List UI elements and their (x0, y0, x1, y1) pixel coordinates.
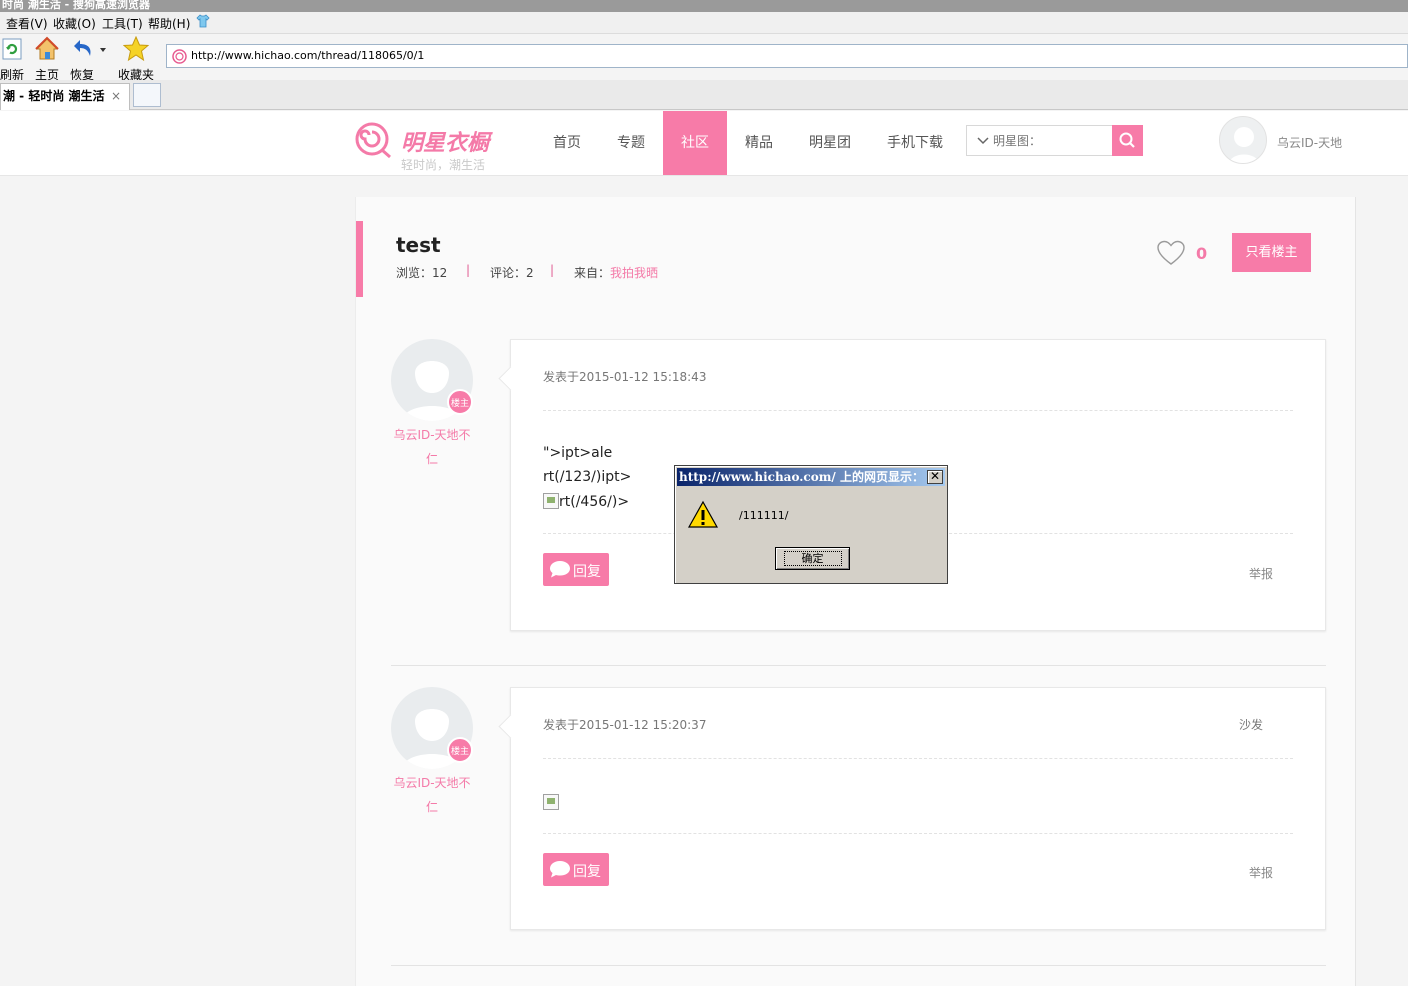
source-stat: 来自：我拍我晒 (574, 264, 658, 281)
warning-icon (687, 500, 719, 528)
op-badge: 楼主 (447, 737, 473, 763)
divider (543, 410, 1293, 411)
menu-bar: 查看(V) 收藏(O) 工具(T) 帮助(H) (0, 12, 1408, 34)
broken-image-icon (543, 493, 559, 509)
logo-name: 明星衣橱 (401, 130, 490, 156)
comments-stat: 评论：2 (490, 264, 534, 281)
nav-community[interactable]: 社区 (663, 111, 727, 175)
menu-help[interactable]: 帮助(H) (148, 15, 190, 32)
tab-bar: 潮 - 轻时尚 潮生活 × (0, 80, 1408, 110)
nav-star-group[interactable]: 明星团 (796, 111, 864, 175)
alert-dialog: http://www.hichao.com/ 上的网页显示： ✕ /111111… (674, 465, 948, 584)
source-link[interactable]: 我拍我晒 (610, 266, 658, 280)
broken-image-icon (543, 794, 559, 810)
post-body-text: rt(/456/)> (559, 494, 630, 510)
post-time: 发表于2015-01-12 15:18:43 (543, 370, 707, 384)
post-body-line (543, 794, 559, 811)
divider (543, 833, 1293, 834)
favorites-button[interactable]: 收藏夹 (117, 36, 155, 83)
dialog-message: /111111/ (739, 509, 789, 522)
heart-icon[interactable] (1156, 239, 1186, 267)
speech-bubble-icon (550, 561, 570, 578)
reply-button[interactable]: 回复 (543, 553, 609, 586)
divider (543, 758, 1293, 759)
site-header: 明星衣橱 轻时尚，潮生活 首页 专题 社区 精品 明星团 手机下载 乌云ID-天… (0, 111, 1408, 176)
op-badge: 楼主 (447, 389, 473, 415)
comments-label: 评论： (490, 266, 527, 280)
author-name-line: 乌云ID-天地不 (393, 776, 471, 790)
chevron-down-icon[interactable] (977, 136, 989, 146)
author-name-line: 乌云ID-天地不 (393, 428, 471, 442)
logo-slogan: 轻时尚，潮生活 (401, 158, 486, 172)
post-body-line: rt(/456/)> (543, 493, 629, 510)
user-name[interactable]: 乌云ID-天地 (1277, 134, 1342, 151)
report-link[interactable]: 举报 (1249, 864, 1273, 881)
floor-label: 沙发 (1239, 718, 1264, 732)
restore-button[interactable]: 恢复 (68, 36, 108, 83)
menu-view[interactable]: 查看(V) (6, 15, 48, 32)
tab-close-icon[interactable]: × (111, 84, 121, 109)
views-count: 12 (432, 266, 448, 280)
site-logo[interactable]: 明星衣橱 轻时尚，潮生活 (354, 119, 514, 172)
user-avatar[interactable] (1219, 116, 1267, 164)
post-separator (391, 665, 1326, 666)
speech-bubble-icon (550, 861, 570, 878)
new-tab-button[interactable] (133, 83, 161, 107)
site-favicon (172, 49, 187, 64)
post-body-line: ">ipt>ale (543, 445, 613, 461)
search-icon (1119, 132, 1135, 148)
post-time: 发表于2015-01-12 15:20:37 (543, 718, 707, 732)
search-button[interactable] (1112, 125, 1143, 156)
author-name-line: 仁 (425, 800, 438, 814)
author-name-line: 仁 (425, 452, 438, 466)
views-stat: 浏览：12 (396, 264, 447, 281)
post-separator (391, 965, 1326, 966)
nav-home[interactable]: 首页 (536, 111, 598, 175)
refresh-button[interactable]: 刷新 (0, 36, 24, 83)
meta-separator: | (466, 263, 471, 277)
nav-boutique[interactable]: 精品 (728, 111, 790, 175)
address-url: http://www.hichao.com/thread/118065/0/1 (191, 49, 425, 62)
dialog-title: http://www.hichao.com/ 上的网页显示： (677, 468, 945, 486)
person-silhouette-icon (1228, 127, 1260, 163)
menu-tools[interactable]: 工具(T) (102, 15, 143, 32)
address-bar[interactable]: http://www.hichao.com/thread/118065/0/1 (166, 44, 1408, 68)
nav-mobile-download[interactable]: 手机下载 (876, 111, 954, 175)
dialog-ok-label: 确定 (783, 551, 842, 566)
window-title: 时尚 潮生活 - 搜狗高速浏览器 (0, 0, 1408, 12)
reply-label: 回复 (573, 864, 601, 880)
star-icon (123, 36, 149, 62)
only-op-button[interactable]: 只看楼主 (1232, 233, 1311, 272)
author-name[interactable]: 乌云ID-天地不仁 (387, 423, 477, 471)
comments-count: 2 (526, 266, 534, 280)
title-accent-bar (356, 221, 363, 297)
home-icon (35, 36, 59, 60)
site-search (966, 125, 1143, 156)
reply-label: 回复 (573, 564, 601, 580)
thread-title: test (396, 233, 441, 257)
refresh-icon (2, 38, 22, 60)
menu-favorites[interactable]: 收藏(O) (53, 15, 96, 32)
reply-button[interactable]: 回复 (543, 853, 609, 886)
meta-separator: | (550, 263, 555, 277)
tab-active[interactable]: 潮 - 轻时尚 潮生活 × (0, 83, 130, 110)
dialog-close-button[interactable]: ✕ (927, 470, 943, 484)
report-link[interactable]: 举报 (1249, 565, 1273, 582)
views-label: 浏览： (396, 266, 433, 280)
home-button[interactable]: 主页 (33, 36, 61, 83)
post-card: 发表于2015-01-12 15:20:37 沙发 回复 举报 (510, 687, 1326, 930)
dialog-ok-button[interactable]: 确定 (775, 547, 850, 570)
undo-icon (74, 40, 106, 56)
shirt-icon[interactable] (196, 14, 210, 28)
search-input[interactable] (993, 130, 1111, 151)
author-name[interactable]: 乌云ID-天地不仁 (387, 771, 477, 819)
nav-topics[interactable]: 专题 (600, 111, 662, 175)
lollipop-logo-icon (355, 122, 391, 159)
tab-title: 潮 - 轻时尚 潮生活 (3, 89, 105, 103)
post-body-line: rt(/123/)ipt> (543, 469, 632, 485)
source-label: 来自： (574, 266, 611, 280)
like-count: 0 (1196, 244, 1208, 263)
thread-container: test 浏览：12 | 评论：2 | 来自：我拍我晒 0 只看楼主 楼主 乌云… (355, 197, 1356, 986)
